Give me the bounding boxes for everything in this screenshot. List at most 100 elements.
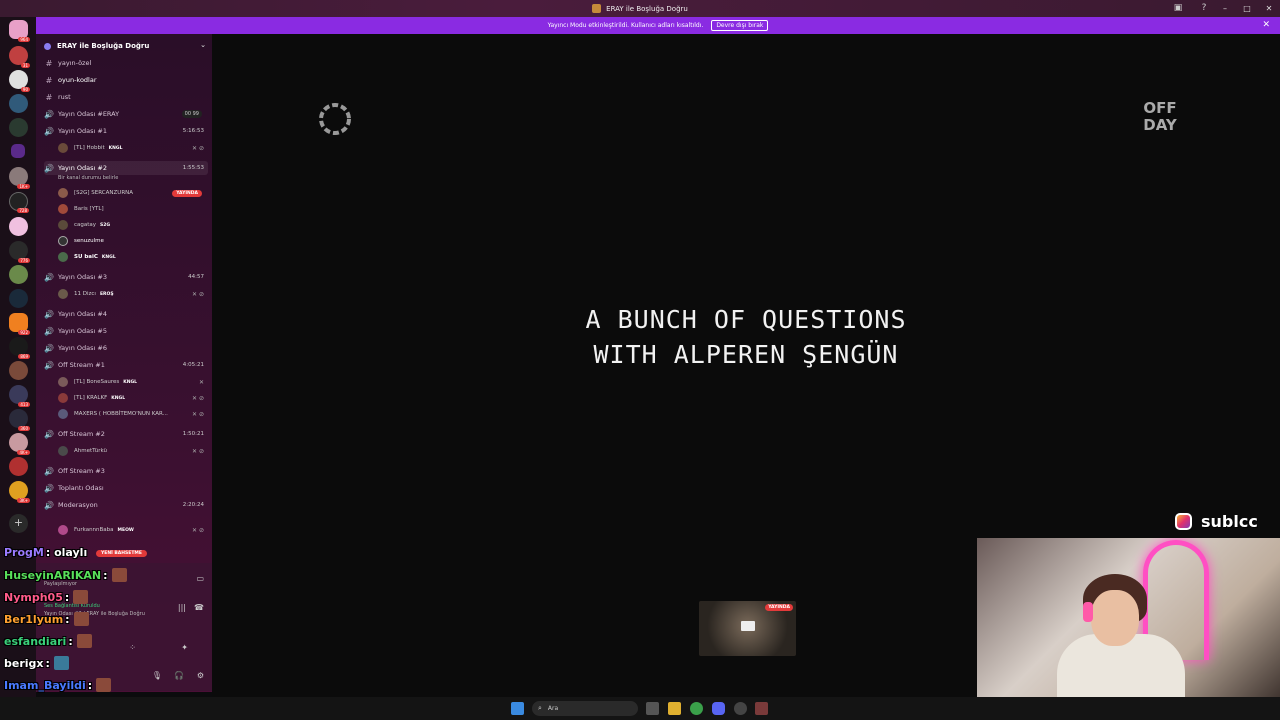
- speaker-icon: 🔊: [44, 272, 54, 282]
- server-icon[interactable]: 4K+: [9, 433, 30, 455]
- server-icon[interactable]: 776: [9, 241, 30, 263]
- maximize-button[interactable]: □: [1236, 0, 1258, 17]
- avatar: [58, 525, 68, 535]
- server-icon[interactable]: [9, 361, 28, 380]
- banner-close-button[interactable]: ✕: [1262, 20, 1270, 30]
- taskbar: ⌕ Ara: [0, 697, 1280, 720]
- screen: ERAY ile Boşluğa Doğru ▣ ? – □ ✕ Yayıncı…: [0, 0, 1280, 720]
- muted-icon: ✕ ⊘: [192, 290, 204, 298]
- channel-text[interactable]: # rust: [44, 90, 208, 104]
- voice-user[interactable]: [S2G] SERCANZURNA YAYINDA: [58, 186, 208, 200]
- disable-streamer-mode-button[interactable]: Devre dışı bırak: [711, 20, 769, 31]
- server-icon[interactable]: 869: [9, 337, 30, 359]
- channel-text[interactable]: # yayın-özel: [44, 56, 208, 70]
- server-icon[interactable]: [9, 457, 28, 476]
- channel-voice[interactable]: 🔊 Yayın Odası #1 5:16:53: [44, 124, 208, 138]
- file-explorer-icon[interactable]: [668, 702, 681, 715]
- channel-voice[interactable]: 🔊 Off Stream #2 1:50:21: [44, 427, 208, 441]
- channel-voice-selected[interactable]: 🔊 Yayın Odası #2 1:55:53: [44, 161, 208, 175]
- channel-voice[interactable]: 🔊 Yayın Odası #ERAY 00 99: [44, 107, 208, 121]
- chrome-icon[interactable]: [690, 702, 703, 715]
- server-icon[interactable]: 728: [9, 192, 29, 213]
- channel-voice[interactable]: 🔊 Yayın Odası #4: [44, 307, 208, 321]
- emote-icon: [111, 568, 127, 582]
- window-title: ERAY ile Boşluğa Doğru: [606, 4, 688, 13]
- muted-icon: ✕ ⊘: [192, 394, 204, 402]
- chat-message: Ber1lyum:: [4, 612, 89, 626]
- server-icon[interactable]: [9, 94, 28, 113]
- server-icon[interactable]: 413: [9, 385, 30, 407]
- voice-user[interactable]: senuzulme: [58, 234, 208, 248]
- streamer-face: [1091, 590, 1139, 646]
- channel-voice[interactable]: 🔊 Yayın Odası #6: [44, 341, 208, 355]
- minimize-button[interactable]: –: [1214, 0, 1236, 17]
- obs-icon[interactable]: [734, 702, 747, 715]
- speaker-icon: 🔊: [44, 500, 54, 510]
- close-window-button[interactable]: ✕: [1258, 0, 1280, 17]
- server-icon[interactable]: 1K+: [9, 167, 30, 189]
- server-icon[interactable]: 90: [9, 70, 30, 92]
- voice-user[interactable]: MAXERS ( HOBBİTEMO'NUN KAR... ✕ ⊘: [58, 407, 208, 421]
- speaker-icon: 🔊: [44, 309, 54, 319]
- voice-user[interactable]: AhmetTürkü ✕ ⊘: [58, 444, 208, 458]
- home-server-icon[interactable]: 964: [9, 20, 30, 42]
- help-icon[interactable]: ?: [1198, 2, 1210, 14]
- voice-user[interactable]: FurkannnBaba MEOW ✕ ⊘: [58, 523, 208, 537]
- live-badge: YAYINDA: [765, 604, 793, 611]
- add-server-icon[interactable]: +: [9, 514, 28, 533]
- server-header[interactable]: ERAY ile Boşluğa Doğru ⌄: [36, 34, 212, 58]
- unikgroup-logo-icon: [319, 103, 351, 135]
- channel-status-text[interactable]: Bir kanal durumu belirle: [58, 175, 118, 181]
- voice-user[interactable]: SU baiC KNGL: [58, 250, 208, 264]
- voice-user[interactable]: cagatay S2G: [58, 218, 208, 232]
- new-mention-pill[interactable]: YENİ BAHSETME: [96, 550, 147, 557]
- channel-voice[interactable]: 🔊 Off Stream #1 4:05:21: [44, 358, 208, 372]
- server-icon[interactable]: [9, 217, 28, 236]
- voice-user[interactable]: [TL] KRALKF KNGL ✕ ⊘: [58, 391, 208, 405]
- channel-voice[interactable]: 🔊 Yayın Odası #5: [44, 324, 208, 338]
- stream-preview-thumbnail[interactable]: YAYINDA: [699, 601, 796, 656]
- voice-user[interactable]: [TL] BoneSaures KNGL ✕: [58, 375, 208, 389]
- avatar: [58, 409, 68, 419]
- muted-icon: ✕ ⊘: [192, 526, 204, 534]
- emote-icon: [96, 678, 112, 692]
- start-windows-icon[interactable]: [511, 702, 524, 715]
- app-icon[interactable]: [755, 702, 768, 715]
- channel-voice[interactable]: 🔊 Toplantı Odası: [44, 481, 208, 495]
- taskbar-search[interactable]: ⌕ Ara: [532, 701, 638, 716]
- folder-icon[interactable]: [11, 144, 25, 158]
- server-icon[interactable]: 31: [9, 46, 30, 68]
- muted-icon: ✕ ⊘: [192, 447, 204, 455]
- channel-voice[interactable]: 🔊 Off Stream #3: [44, 464, 208, 478]
- user-limit-badge: 00 99: [181, 110, 202, 118]
- titlebar-tools: ▣ ?: [1172, 2, 1210, 14]
- speaker-icon: 🔊: [44, 483, 54, 493]
- channel-timer: 4:05:21: [182, 362, 204, 368]
- server-icon[interactable]: [9, 265, 28, 284]
- banner-message: Yayıncı Modu etkinleştirildi. Kullanıcı …: [547, 22, 704, 29]
- channel-voice[interactable]: 🔊 Yayın Odası #3 44:57: [44, 270, 208, 284]
- chat-username: Nymph05: [4, 590, 63, 604]
- live-badge: YAYINDA: [172, 189, 202, 197]
- chevron-down-icon[interactable]: ⌄: [200, 41, 206, 49]
- muted-icon: ✕ ⊘: [192, 144, 204, 152]
- server-icon[interactable]: 3K+: [9, 481, 30, 503]
- server-icon[interactable]: 922: [9, 313, 30, 335]
- voice-user[interactable]: 11 Dizcı EROŞ ✕ ⊘: [58, 287, 208, 301]
- inbox-icon[interactable]: ▣: [1172, 2, 1184, 14]
- discord-icon[interactable]: [712, 702, 725, 715]
- stream-chat-overlay: YENİ BAHSETME ProgM: olaylı HuseyinARIKA…: [4, 544, 224, 720]
- chat-username: berigx: [4, 656, 44, 670]
- server-name: ERAY ile Boşluğa Doğru: [57, 42, 150, 50]
- voice-user[interactable]: [TL] Hobbit KNGL ✕ ⊘: [58, 141, 208, 155]
- headline-line-2: WITH ALPEREN ŞENGÜN: [593, 340, 899, 369]
- channel-text[interactable]: # oyun-kodlar: [44, 73, 208, 87]
- server-icon[interactable]: [9, 118, 28, 137]
- server-icon[interactable]: [9, 289, 28, 308]
- streamer-mode-banner: Yayıncı Modu etkinleştirildi. Kullanıcı …: [36, 17, 1280, 34]
- server-status-icon: [44, 42, 51, 50]
- voice-user[interactable]: Baris [YTL]: [58, 202, 208, 216]
- server-icon[interactable]: 360: [9, 409, 30, 431]
- channel-voice[interactable]: 🔊 Moderasyon 2:20:24: [44, 498, 208, 512]
- task-view-icon[interactable]: [646, 702, 659, 715]
